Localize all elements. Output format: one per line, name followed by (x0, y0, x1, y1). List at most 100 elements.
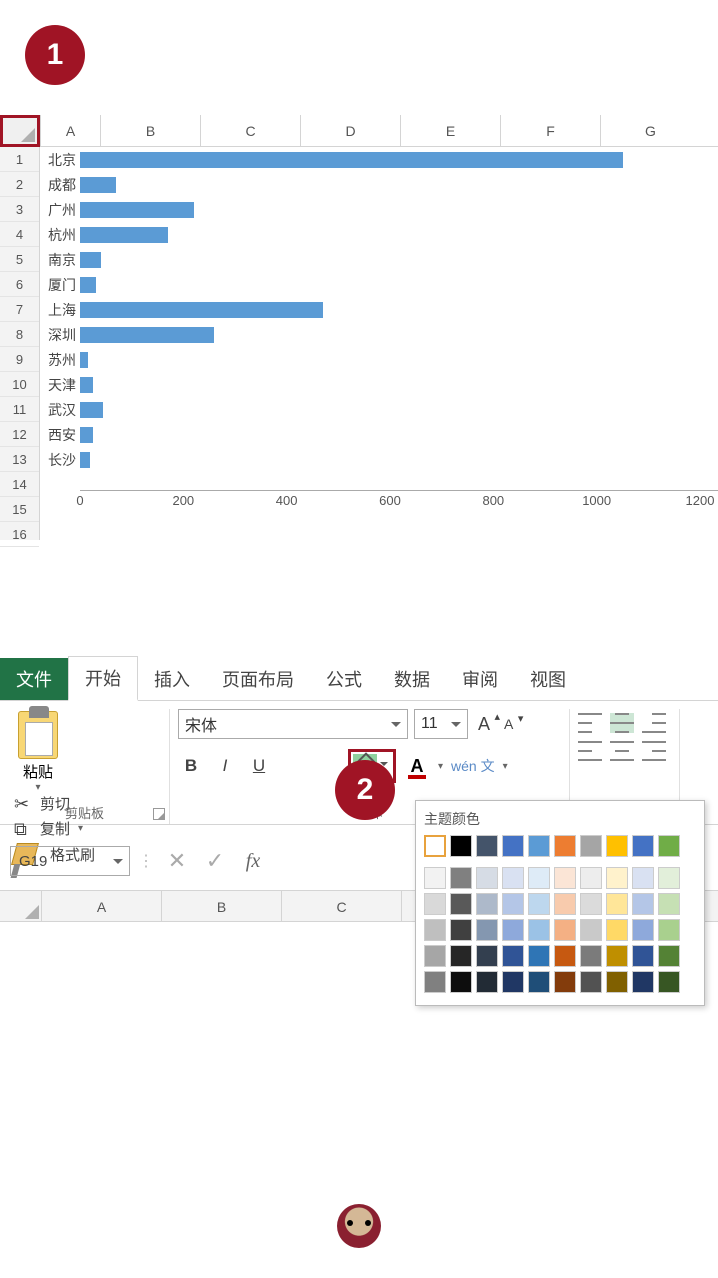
row-header-12[interactable]: 12 (0, 422, 39, 447)
color-swatch[interactable] (658, 867, 680, 889)
color-swatch[interactable] (632, 835, 654, 857)
col-header-c[interactable]: C (200, 115, 300, 146)
col-header-b[interactable]: B (100, 115, 200, 146)
underline-button[interactable]: U (246, 753, 272, 779)
tab-data[interactable]: 数据 (378, 658, 446, 700)
clipboard-dialog-launcher[interactable] (153, 808, 165, 820)
row-header-14[interactable]: 14 (0, 472, 39, 497)
color-swatch[interactable] (476, 971, 498, 993)
font-color-button[interactable]: A (404, 753, 430, 779)
row-header-2[interactable]: 2 (0, 172, 39, 197)
font-size-combo[interactable]: 11 (414, 709, 468, 739)
tab-formulas[interactable]: 公式 (310, 658, 378, 700)
enter-formula-button[interactable]: ✓ (200, 846, 230, 876)
color-swatch[interactable] (606, 835, 628, 857)
row-header-16[interactable]: 16 (0, 522, 39, 547)
tab-insert[interactable]: 插入 (138, 658, 206, 700)
color-swatch[interactable] (632, 893, 654, 915)
color-swatch[interactable] (528, 919, 550, 941)
font-name-combo[interactable]: 宋体 (178, 709, 408, 739)
row-header-9[interactable]: 9 (0, 347, 39, 372)
col-header-f[interactable]: F (500, 115, 600, 146)
tab-layout[interactable]: 页面布局 (206, 658, 310, 700)
color-swatch[interactable] (606, 867, 628, 889)
color-swatch[interactable] (502, 971, 524, 993)
color-swatch[interactable] (554, 835, 576, 857)
color-swatch[interactable] (632, 919, 654, 941)
col-header-g[interactable]: G (600, 115, 700, 146)
color-swatch[interactable] (476, 867, 498, 889)
color-swatch[interactable] (606, 945, 628, 967)
tab-review[interactable]: 审阅 (446, 658, 514, 700)
color-swatch[interactable] (528, 945, 550, 967)
col-header-a-2[interactable]: A (42, 891, 162, 921)
align-right-button[interactable] (642, 741, 666, 761)
color-swatch[interactable] (554, 971, 576, 993)
row-header-13[interactable]: 13 (0, 447, 39, 472)
col-header-b-2[interactable]: B (162, 891, 282, 921)
color-swatch[interactable] (502, 867, 524, 889)
color-swatch[interactable] (658, 919, 680, 941)
color-swatch[interactable] (554, 945, 576, 967)
color-swatch[interactable] (424, 867, 446, 889)
align-center-button[interactable] (610, 741, 634, 761)
color-swatch[interactable] (580, 919, 602, 941)
color-swatch[interactable] (450, 893, 472, 915)
color-swatch[interactable] (554, 867, 576, 889)
tab-file[interactable]: 文件 (0, 658, 68, 700)
row-header-15[interactable]: 15 (0, 497, 39, 522)
color-swatch[interactable] (424, 971, 446, 993)
color-swatch[interactable] (580, 867, 602, 889)
row-header-3[interactable]: 3 (0, 197, 39, 222)
color-swatch[interactable] (580, 945, 602, 967)
color-swatch[interactable] (580, 893, 602, 915)
row-header-8[interactable]: 8 (0, 322, 39, 347)
color-swatch[interactable] (528, 893, 550, 915)
color-swatch[interactable] (580, 971, 602, 993)
color-swatch[interactable] (554, 893, 576, 915)
col-header-c-2[interactable]: C (282, 891, 402, 921)
color-swatch[interactable] (606, 919, 628, 941)
color-swatch[interactable] (476, 835, 498, 857)
color-swatch[interactable] (658, 893, 680, 915)
color-swatch[interactable] (502, 893, 524, 915)
paste-button[interactable]: 粘贴 ▾ (8, 709, 68, 793)
color-swatch[interactable] (502, 835, 524, 857)
color-swatch[interactable] (450, 945, 472, 967)
color-swatch[interactable] (632, 945, 654, 967)
align-middle-button[interactable] (610, 713, 634, 733)
row-header-1[interactable]: 1 (0, 147, 39, 172)
row-header-4[interactable]: 4 (0, 222, 39, 247)
color-swatch[interactable] (424, 835, 446, 857)
color-swatch[interactable] (658, 971, 680, 993)
row-header-7[interactable]: 7 (0, 297, 39, 322)
color-swatch[interactable] (606, 893, 628, 915)
color-swatch[interactable] (632, 867, 654, 889)
bold-button[interactable]: B (178, 753, 204, 779)
color-swatch[interactable] (424, 945, 446, 967)
color-swatch[interactable] (450, 867, 472, 889)
grow-font-button[interactable]: A▴ (474, 712, 494, 737)
color-swatch[interactable] (450, 835, 472, 857)
color-swatch[interactable] (476, 919, 498, 941)
col-header-a[interactable]: A (40, 115, 100, 146)
color-swatch[interactable] (502, 945, 524, 967)
color-swatch[interactable] (424, 919, 446, 941)
name-box[interactable]: G19 (10, 846, 130, 876)
cancel-formula-button[interactable]: ✕ (162, 846, 192, 876)
color-swatch[interactable] (528, 867, 550, 889)
select-all-button[interactable] (0, 115, 40, 147)
color-swatch[interactable] (528, 835, 550, 857)
row-header-5[interactable]: 5 (0, 247, 39, 272)
row-header-10[interactable]: 10 (0, 372, 39, 397)
phonetic-guide-button[interactable]: wén 文 (451, 756, 495, 776)
color-swatch[interactable] (528, 971, 550, 993)
align-left-button[interactable] (578, 741, 602, 761)
align-top-button[interactable] (578, 713, 602, 733)
row-header-6[interactable]: 6 (0, 272, 39, 297)
tab-home[interactable]: 开始 (68, 656, 138, 701)
color-swatch[interactable] (658, 835, 680, 857)
color-swatch[interactable] (606, 971, 628, 993)
color-swatch[interactable] (424, 893, 446, 915)
italic-button[interactable]: I (212, 753, 238, 779)
